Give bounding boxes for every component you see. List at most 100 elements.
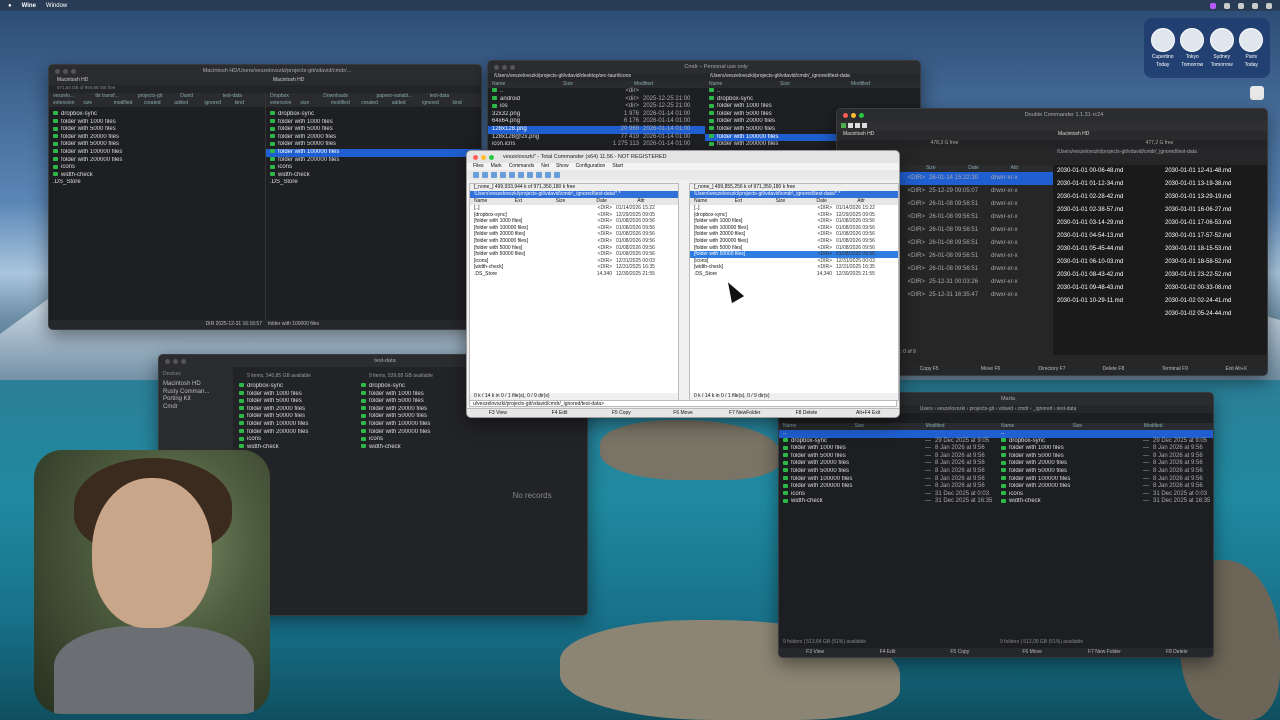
list-item[interactable]: folder with 1000 files: [49, 119, 265, 127]
list-item[interactable]: android <dir> 2025-12-25 21:00: [488, 96, 705, 104]
total-commander-window[interactable]: veszelovszki" - Total Commander (x64) 11…: [466, 150, 900, 418]
column-header[interactable]: modified: [331, 100, 361, 107]
toolbar-icon[interactable]: [841, 123, 846, 128]
list-item[interactable]: folder with 5000 files — 8 Jan 2026 at 9:5…: [779, 453, 997, 461]
list-item[interactable]: [folder with 5000 files] <DIR> 01/08/2026 …: [690, 245, 898, 252]
list-item[interactable]: folder with 200000 files: [266, 157, 481, 165]
list-item[interactable]: [folder with 20000 files] <DIR> 01/08/2026…: [470, 231, 678, 238]
column-header[interactable]: Attr: [637, 198, 678, 205]
list-item[interactable]: folder with 5000 files — 8 Jan 2026 at 9:5…: [997, 453, 1213, 461]
list-item[interactable]: folder with 200000 files: [49, 157, 265, 165]
list-item[interactable]: folder with 20000 files — 8 Jan 2026 at 9:…: [997, 460, 1213, 468]
column-header[interactable]: Modified: [926, 423, 997, 430]
function-key-button[interactable]: Exit Alt+X: [1206, 365, 1267, 375]
list-item[interactable]: dropbox-sync — 29 Dec 2025 at 9:05: [997, 438, 1213, 446]
title-bar[interactable]: Cmdr – Personal use only: [488, 61, 920, 73]
list-item[interactable]: [icons] <DIR> 12/31/2025 00:03: [470, 258, 678, 265]
left-pane[interactable]: veszelo... tkt transf... projects-git David…: [49, 93, 266, 321]
list-item[interactable]: folder with 20000 files: [357, 406, 473, 414]
list-item[interactable]: [folder with 200000 files] <DIR> 01/08/202…: [690, 238, 898, 245]
list-item[interactable]: folder with 5000 files: [235, 398, 355, 406]
list-item[interactable]: [folder with 50000 files] <DIR> 01/08/2026…: [470, 251, 678, 258]
list-item[interactable]: folder with 100000 files: [235, 421, 355, 429]
separator-buttons[interactable]: [681, 191, 689, 391]
list-item[interactable]: [width-check] <DIR> 12/31/2025 16:35: [470, 264, 678, 271]
tab[interactable]: veszelo...: [53, 93, 95, 100]
function-key-button[interactable]: F5 Copy: [590, 409, 652, 417]
list-item[interactable]: 2030-01-01 05-45-44.md: [1053, 243, 1161, 256]
list-item[interactable]: [folder with 200000 files] <DIR> 01/08/202…: [470, 238, 678, 245]
function-key-button[interactable]: F5 Copy: [924, 648, 996, 657]
list-item[interactable]: [width-check] <DIR> 12/31/2025 16:35: [690, 264, 898, 271]
drive-left[interactable]: Macintosh HD: [837, 131, 1052, 140]
right-path[interactable]: /Users/veszelovszki/projects-git/vdavid/…: [704, 73, 920, 81]
menu-item[interactable]: Show: [556, 163, 569, 170]
file-manager-window-left[interactable]: Macintosh HD/Users/veszelovszki/projects…: [48, 64, 482, 330]
list-item[interactable]: [dropbox-sync] <DIR> 12/29/2025 09:05: [470, 212, 678, 219]
list-item[interactable]: ..: [997, 430, 1213, 438]
list-item[interactable]: [icons] <DIR> 12/31/2025 00:03: [690, 258, 898, 265]
drive-info-right[interactable]: [_none_] 499,855,256 k of 971,350,180 k …: [690, 184, 898, 191]
tab-left-drive[interactable]: Macintosh HD: [49, 77, 265, 85]
list-item[interactable]: folder with 100000 files: [266, 148, 481, 157]
tab[interactable]: David: [180, 93, 222, 100]
list-item[interactable]: folder with 50000 files: [49, 141, 265, 149]
list-item[interactable]: 2030-01-01 18-15-53.md: [1161, 243, 1267, 256]
list-item[interactable]: width-check: [266, 172, 481, 180]
list-item[interactable]: 2030-01-02 05-24-44.md: [1161, 308, 1267, 321]
path-right[interactable]: \Users\veszelovszki\projects-git\vdavid\…: [690, 191, 898, 198]
list-item[interactable]: icons — 31 Dec 2025 at 0:03: [779, 491, 997, 499]
column-header[interactable]: Size: [1072, 423, 1143, 430]
list-item[interactable]: 2030-01-01 03-14-29.md: [1053, 217, 1161, 230]
column-header[interactable]: Date: [596, 198, 637, 205]
list-item[interactable]: 2030-01-01 10-29-11.md: [1053, 295, 1161, 308]
column-header[interactable]: Date: [968, 165, 1010, 172]
list-item[interactable]: 2030-01-01 23-22-52.md: [1161, 269, 1267, 282]
list-item[interactable]: folder with 100000 files — 8 Jan 2026 at 9…: [779, 476, 997, 484]
column-header[interactable]: extension: [53, 100, 83, 107]
list-item[interactable]: [..] <DIR> 01/14/2026 15:22: [470, 205, 678, 212]
column-header[interactable]: Attr: [857, 198, 898, 205]
title-bar[interactable]: Macintosh HD/Users/veszelovszki/projects…: [49, 65, 481, 77]
tree-icon[interactable]: [491, 172, 497, 178]
list-item[interactable]: [folder with 1000 files] <DIR> 01/08/2026 …: [690, 218, 898, 225]
list-item[interactable]: icons: [235, 436, 355, 444]
list-item[interactable]: 2030-01-01 00-06-48.md: [1053, 165, 1161, 178]
tab[interactable]: Downloads: [323, 93, 376, 100]
column-header[interactable]: Size: [780, 81, 851, 88]
list-item[interactable]: folder with 20000 files — 8 Jan 2026 at 9:…: [779, 460, 997, 468]
function-key-button[interactable]: F3 View: [779, 648, 851, 657]
left-pane[interactable]: Name Size Modified.. dropbox-sync — 29 Dec 20…: [779, 423, 997, 633]
list-item[interactable]: width-check: [49, 172, 265, 180]
list-item[interactable]: folder with 1000 files — 8 Jan 2026 at 9:5…: [997, 445, 1213, 453]
list-item[interactable]: 128x128.png 20 969 2026-01-14 01:00: [488, 125, 705, 134]
wifi-icon[interactable]: [1238, 2, 1244, 9]
column-header[interactable]: created: [361, 100, 391, 107]
column-header[interactable]: Name: [783, 423, 854, 430]
column-header[interactable]: Modified: [634, 81, 705, 88]
copy-icon[interactable]: [500, 172, 506, 178]
toolbar-icon[interactable]: [855, 123, 860, 128]
control-center-icon[interactable]: [1266, 2, 1272, 9]
list-item[interactable]: 32x32.png 1 976 2026-01-14 01:00: [488, 111, 705, 119]
double-commander-window[interactable]: Double Commander 1.1.31-rc24 Macintosh H…: [836, 108, 1268, 376]
column-header[interactable]: kind: [235, 100, 265, 107]
sidebar-item[interactable]: Macintosh HD: [159, 381, 233, 389]
list-item[interactable]: dropbox-sync: [357, 383, 473, 391]
list-item[interactable]: 64x64.png 6 176 2026-01-14 01:00: [488, 118, 705, 126]
list-item[interactable]: folder with 200000 files: [357, 429, 473, 437]
list-item[interactable]: [folder with 50000 files] <DIR> 01/08/2026…: [690, 251, 898, 258]
right-path[interactable]: /Users/veszelovszki/projects-git/vdavid/…: [1053, 148, 1267, 156]
toolbar-icon[interactable]: [848, 123, 853, 128]
list-item[interactable]: folder with 5000 files: [266, 126, 481, 134]
search-icon[interactable]: [545, 172, 551, 178]
list-item[interactable]: 2030-01-01 09-48-43.md: [1053, 282, 1161, 295]
notification-icon[interactable]: [1250, 86, 1264, 100]
function-key-button[interactable]: F7 New Folder: [1068, 648, 1140, 657]
sidebar-item[interactable]: Rusty Comman...: [159, 389, 233, 397]
menu-item[interactable]: Commands: [509, 163, 535, 170]
list-item[interactable]: dropbox-sync: [49, 111, 265, 119]
right-pane[interactable]: [_none_] 499,855,256 k of 971,350,180 k …: [689, 183, 899, 401]
world-clock-widget[interactable]: Cupertino Today Tokyo Tomorrow Sydney Tomorro…: [1144, 18, 1270, 78]
apple-icon[interactable]: ●: [8, 3, 12, 9]
